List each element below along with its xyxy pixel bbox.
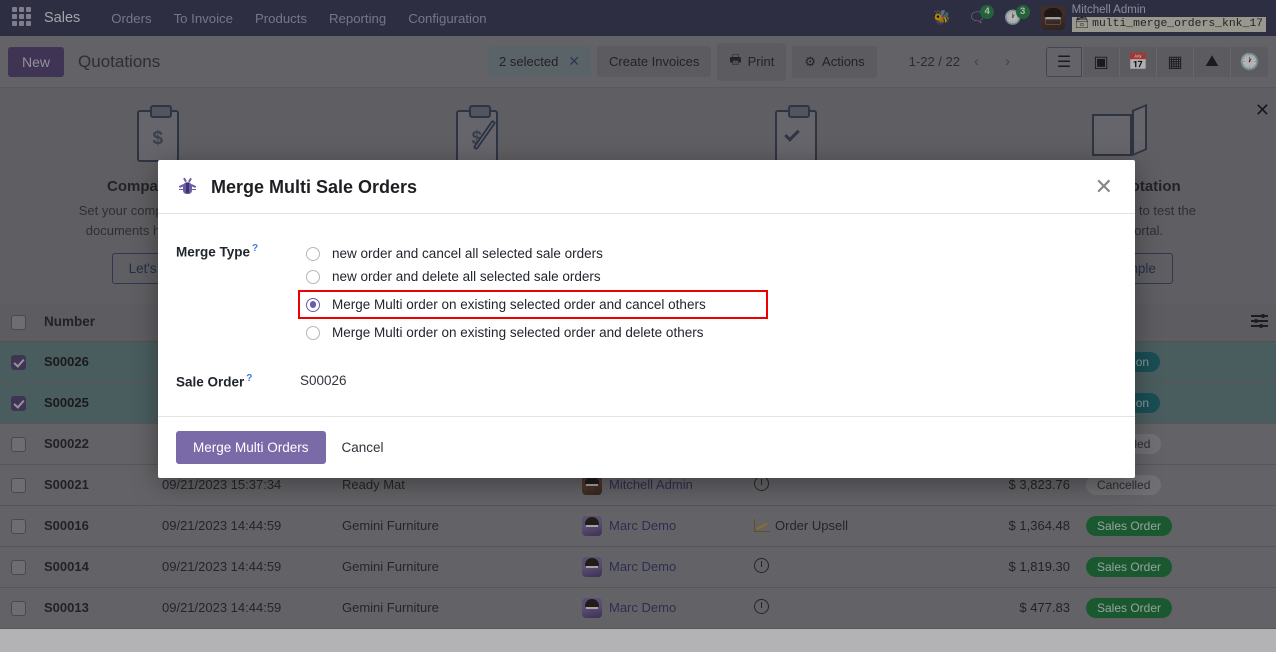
merge-type-option-existing-cancel[interactable]: Merge Multi order on existing selected o… [300, 292, 766, 317]
sale-order-field: Sale Order? S00026 [176, 372, 1113, 390]
radio-icon[interactable] [306, 325, 320, 340]
bug-icon [178, 177, 197, 195]
option-label[interactable]: new order and cancel all selected sale o… [332, 246, 603, 261]
merge-type-radio-group: new order and cancel all selected sale o… [300, 242, 1113, 344]
option-label[interactable]: new order and delete all selected sale o… [332, 269, 601, 284]
merge-type-option-new-delete[interactable]: new order and delete all selected sale o… [300, 265, 1113, 288]
merge-type-option-existing-delete[interactable]: Merge Multi order on existing selected o… [300, 321, 1113, 344]
radio-icon[interactable] [306, 246, 320, 261]
merge-type-field: Merge Type? new order and cancel all sel… [176, 242, 1113, 344]
dialog-header: Merge Multi Sale Orders ✕ [158, 160, 1135, 214]
dialog-close-icon[interactable]: ✕ [1091, 176, 1117, 198]
merge-type-option-new-cancel[interactable]: new order and cancel all selected sale o… [300, 242, 1113, 265]
radio-icon[interactable] [306, 269, 320, 284]
cancel-button[interactable]: Cancel [336, 431, 390, 464]
sale-order-label: Sale Order? [176, 373, 253, 390]
option-label[interactable]: Merge Multi order on existing selected o… [332, 297, 706, 312]
dialog-body: Merge Type? new order and cancel all sel… [158, 214, 1135, 416]
merge-type-label: Merge Type? [176, 243, 259, 260]
radio-icon-selected[interactable] [306, 297, 320, 312]
merge-multi-orders-button[interactable]: Merge Multi Orders [176, 430, 326, 464]
dialog-title: Merge Multi Sale Orders [211, 176, 418, 197]
odoo-sales-quotations-page: Sales Orders To Invoice Products Reporti… [0, 0, 1276, 652]
help-icon[interactable]: ? [252, 243, 258, 254]
help-icon[interactable]: ? [246, 373, 252, 384]
sale-order-value[interactable]: S00026 [300, 372, 347, 388]
dialog-footer: Merge Multi Orders Cancel [158, 415, 1135, 478]
option-label[interactable]: Merge Multi order on existing selected o… [332, 325, 703, 340]
merge-multi-sale-orders-dialog: Merge Multi Sale Orders ✕ Merge Type? ne… [158, 160, 1135, 478]
